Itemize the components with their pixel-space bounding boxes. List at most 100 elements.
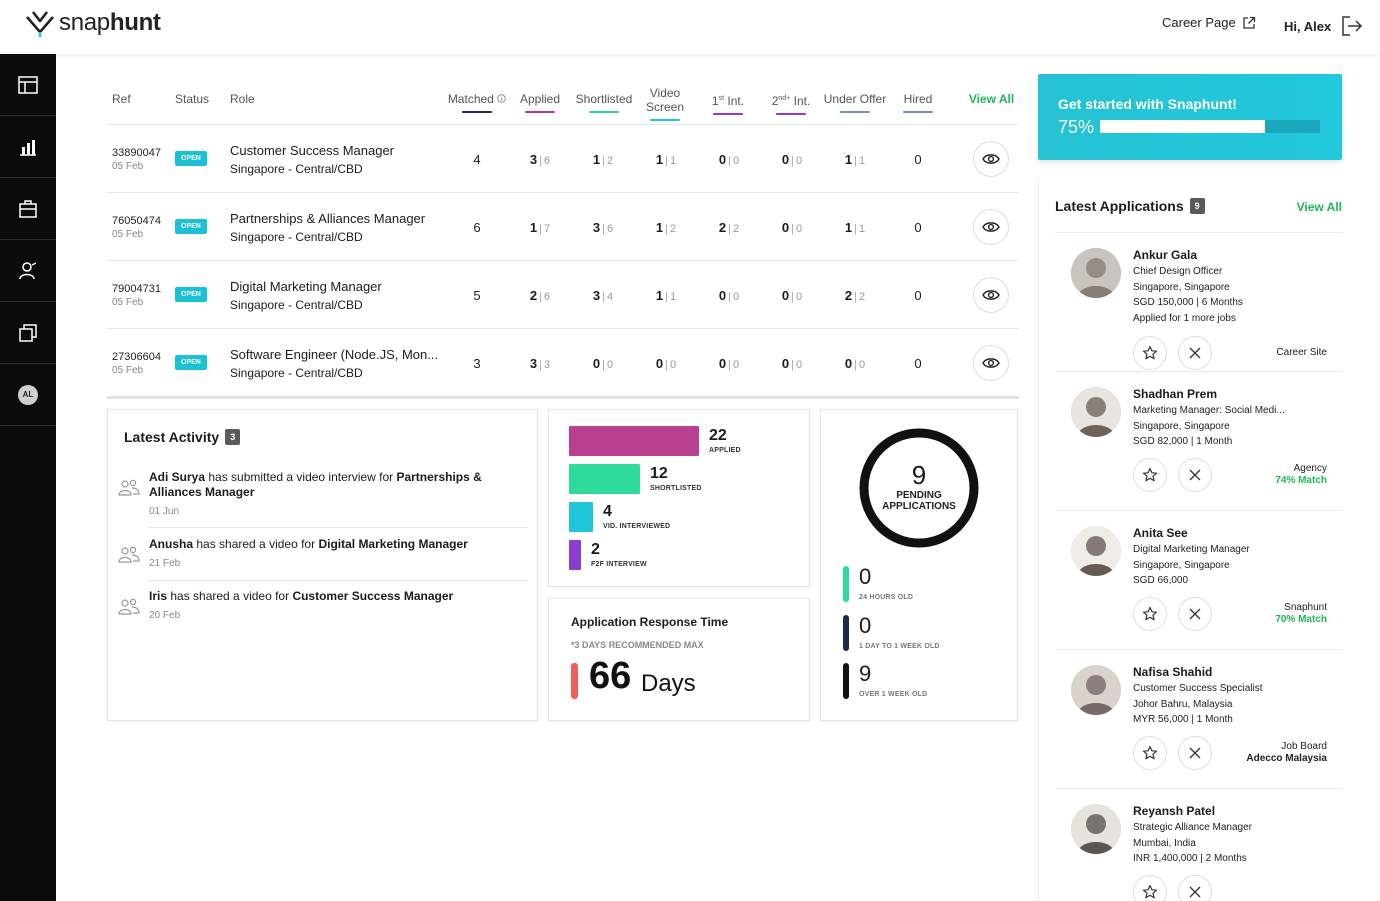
second-separator: | [791, 155, 794, 167]
job-location: Singapore - Central/CBD [230, 366, 363, 380]
applicant-card[interactable]: Ankur Gala Chief Design Officer Singapore,… [1055, 232, 1343, 371]
col-header-second-int[interactable]: 2nd+ Int. [766, 92, 816, 115]
funnel-value: 4 [603, 503, 612, 520]
col-header-hired[interactable]: Hired [893, 92, 943, 113]
sidebar-item-profile[interactable]: AL [0, 364, 56, 426]
shortlist-star-button[interactable] [1133, 458, 1167, 492]
video-separator: | [665, 291, 668, 303]
job-title[interactable]: Partnerships & Alliances Manager [230, 211, 425, 226]
applicant-card[interactable]: Nafisa Shahid Customer Success Specialist… [1055, 649, 1343, 788]
applicant-role: Marketing Manager: Social Medi... [1133, 405, 1285, 416]
job-title[interactable]: Customer Success Manager [230, 143, 394, 158]
view-job-button[interactable] [973, 345, 1009, 381]
view-job-button[interactable] [973, 141, 1009, 177]
job-row: 33890047 05 Feb OPEN Customer Success Manag… [107, 124, 1019, 192]
get-started-progress-track [1100, 120, 1320, 133]
col-header-first-int[interactable]: 1st Int. [703, 92, 753, 115]
matched-count: 5 [473, 288, 481, 303]
activity-date: 21 Feb [149, 558, 181, 569]
view-job-button[interactable] [973, 209, 1009, 245]
sidebar-item-dashboard[interactable] [0, 54, 56, 116]
funnel-bar [569, 426, 699, 456]
activity-header: Latest Activity 3 [124, 429, 241, 445]
offer-count: 2 | 2 [830, 288, 880, 303]
reject-button[interactable] [1178, 736, 1212, 770]
jobs-view-all-link[interactable]: View All [964, 92, 1019, 106]
offer-count: 0 | 0 [830, 356, 880, 371]
col-header-shortlisted[interactable]: Shortlisted [569, 92, 639, 113]
first-int-num: 1 [711, 94, 719, 108]
activity-job[interactable]: Digital Marketing Manager [318, 537, 467, 551]
shortlist-star-button[interactable] [1133, 875, 1167, 901]
second-int-underline [776, 113, 806, 115]
col-header-video-screen[interactable]: Video Screen [640, 86, 690, 121]
col-header-role: Role [230, 92, 255, 106]
applicant-source: Career Site [1276, 347, 1327, 359]
col-header-matched[interactable]: Matched [442, 92, 512, 113]
sidebar-item-jobs[interactable] [0, 178, 56, 240]
shortlisted-label: Shortlisted [575, 92, 633, 106]
second-current: 0 [781, 356, 790, 371]
reject-button[interactable] [1178, 875, 1212, 901]
templates-icon [19, 323, 37, 342]
external-link-icon [1243, 16, 1255, 29]
response-time-note: *3 DAYS RECOMMENDED MAX [571, 640, 704, 650]
analytics-icon [20, 139, 36, 156]
career-page-link[interactable]: Career Page [1162, 15, 1256, 30]
job-row: 76050474 05 Feb OPEN Partnerships & Allianc… [107, 192, 1019, 260]
col-header-applied[interactable]: Applied [510, 92, 570, 113]
offer-current: 0 [844, 356, 853, 371]
under-offer-underline [840, 111, 870, 113]
reject-button[interactable] [1178, 458, 1212, 492]
hiring-funnel-card: 22 APPLIED 12 SHORTLISTED 4 VID. INTERVIEWED 2… [548, 409, 810, 587]
latest-applications-panel: Latest Applications 9 View All Ankur Gal… [1038, 180, 1343, 901]
get-started-banner[interactable]: Get started with Snaphunt! 75% [1038, 74, 1342, 160]
aging-value: 0 [859, 564, 872, 589]
applicant-card[interactable]: Shadhan Prem Marketing Manager: Social Me… [1055, 371, 1343, 510]
job-title[interactable]: Digital Marketing Manager [230, 279, 382, 294]
star-icon [1142, 745, 1158, 760]
view-job-button[interactable] [973, 277, 1009, 313]
video-total: 2 [669, 223, 677, 235]
logout-icon[interactable] [1341, 15, 1363, 37]
snaphunt-logo[interactable]: snaphunt [24, 8, 161, 38]
applicant-salary: SGD 150,000 | 6 Months [1133, 297, 1243, 308]
first-count: 2 | 2 [704, 220, 754, 235]
eye-icon [982, 290, 1000, 300]
first-total: 2 [732, 223, 740, 235]
first-separator: | [728, 223, 731, 235]
video-count: 1 | 1 [641, 288, 691, 303]
people-icon [118, 546, 140, 563]
shortlist-star-button[interactable] [1133, 597, 1167, 631]
applicant-location: Singapore, Singapore [1133, 420, 1230, 432]
activity-job[interactable]: Customer Success Manager [292, 589, 453, 603]
applicant-card[interactable]: Reyansh Patel Strategic Alliance Manager M… [1055, 788, 1343, 901]
sidebar-item-templates[interactable] [0, 302, 56, 364]
logo-text: snaphunt [59, 9, 161, 36]
job-title[interactable]: Software Engineer (Node.JS, Mon... [230, 347, 438, 362]
video-screen-label-2: Screen [645, 100, 685, 114]
second-current: 0 [781, 288, 790, 303]
job-location: Singapore - Central/CBD [230, 230, 363, 244]
activity-actor: Iris [149, 589, 168, 603]
applicant-card[interactable]: Anita See Digital Marketing Manager Singap… [1055, 510, 1343, 649]
sidebar-item-candidates[interactable] [0, 240, 56, 302]
col-header-under-offer[interactable]: Under Offer [820, 92, 890, 113]
aging-bar [843, 566, 849, 602]
source-name: Adecco Malaysia [1246, 753, 1327, 764]
applicant-role: Strategic Alliance Manager [1133, 822, 1252, 833]
applied-count: 3 | 6 [515, 152, 565, 167]
sidebar-item-analytics[interactable] [0, 116, 56, 178]
shortlist-star-button[interactable] [1133, 736, 1167, 770]
applicant-avatar [1071, 248, 1121, 298]
activity-text: Anusha has shared a video for Digital Ma… [149, 537, 509, 552]
reject-button[interactable] [1178, 336, 1212, 370]
reject-button[interactable] [1178, 597, 1212, 631]
career-page-label: Career Page [1162, 15, 1236, 30]
second-count: 0 | 0 [767, 288, 817, 303]
shortlist-star-button[interactable] [1133, 336, 1167, 370]
source-label: Agency [1293, 463, 1327, 474]
dashboard-icon [18, 75, 38, 94]
funnel-bar [569, 502, 593, 532]
applications-view-all-link[interactable]: View All [1297, 200, 1342, 214]
